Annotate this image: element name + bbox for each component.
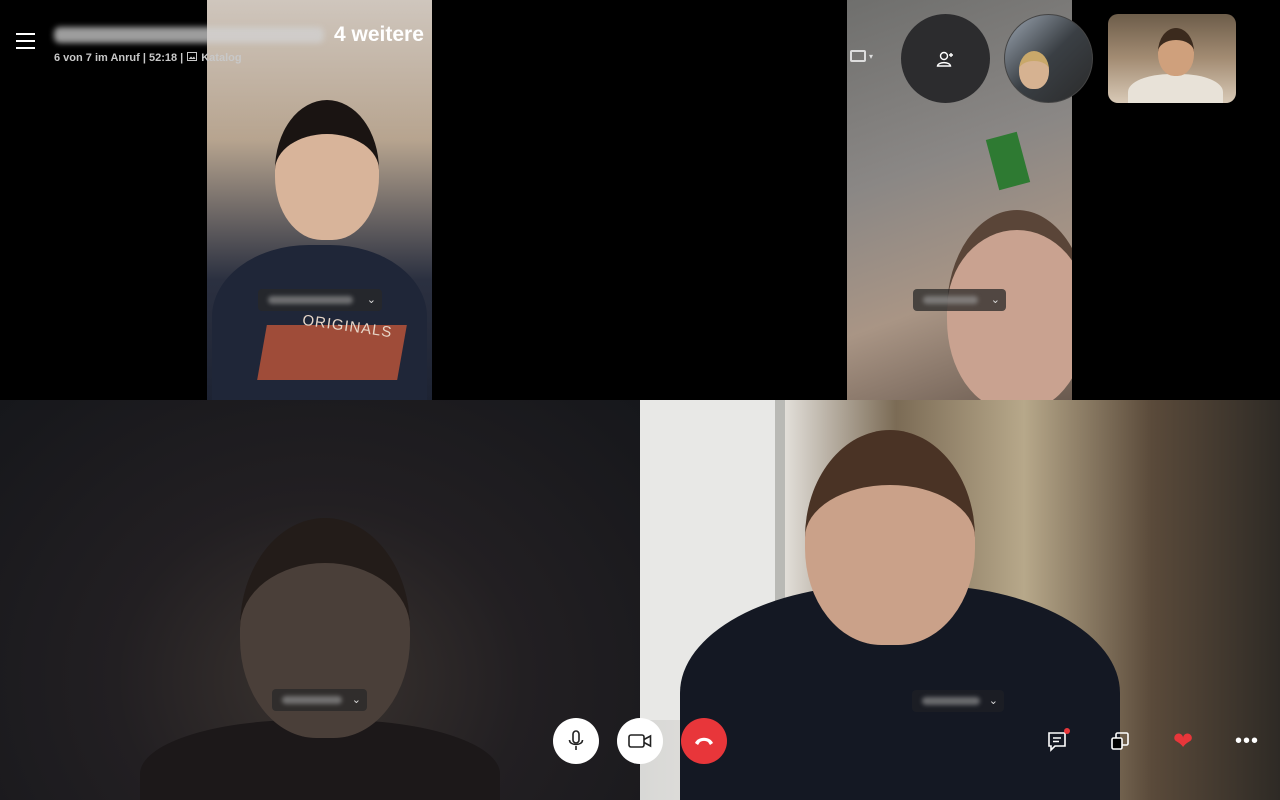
participant-name-pill[interactable]: ⌄ <box>912 690 1004 712</box>
participant-avatar[interactable] <box>1004 14 1093 103</box>
participant-name-pill[interactable]: ⌄ <box>258 289 382 311</box>
switch-view-button[interactable] <box>1107 728 1133 754</box>
hamburger-menu-icon[interactable] <box>16 33 35 49</box>
microphone-button[interactable] <box>553 718 599 764</box>
blurred-name <box>282 696 342 704</box>
add-participant-button[interactable] <box>901 14 990 103</box>
more-icon[interactable]: ••• <box>1234 728 1260 754</box>
participant-head <box>1019 51 1049 89</box>
video-call-stage: ORIGINALS ⌄ ⌄ ⌄ ⌄ 4 weitere 6 von 7 im A… <box>0 0 1280 800</box>
participant-head <box>275 100 379 240</box>
chevron-down-icon: ⌄ <box>351 693 361 706</box>
hang-up-icon <box>695 737 713 745</box>
hang-up-button[interactable] <box>681 718 727 764</box>
blurred-participant-names <box>54 27 324 43</box>
heart-icon[interactable]: ❤ <box>1170 728 1196 755</box>
call-title-suffix: 4 weitere <box>334 23 424 46</box>
microphone-icon <box>568 730 584 750</box>
participant-name-pill[interactable]: ⌄ <box>272 689 367 711</box>
chat-button[interactable] <box>1044 728 1070 754</box>
self-view-video[interactable] <box>1108 14 1236 103</box>
background-object <box>985 131 1031 191</box>
call-title[interactable]: 4 weitere <box>54 23 424 47</box>
image-icon <box>187 52 198 64</box>
blurred-name <box>923 296 978 304</box>
video-camera-icon <box>628 734 652 748</box>
video-tile-bottom-left[interactable] <box>0 400 640 800</box>
participant-name-pill[interactable]: ⌄ <box>913 289 1006 311</box>
blurred-name <box>268 296 353 304</box>
switch-view-icon <box>1111 732 1129 750</box>
call-status-text: 6 von 7 im Anruf | 52:18 | <box>54 52 184 64</box>
participant-body <box>1128 74 1223 103</box>
crop-frame-icon <box>850 50 866 62</box>
chevron-down-icon: ⌄ <box>990 293 1000 306</box>
participant-head <box>805 430 975 645</box>
chevron-down-icon: ▾ <box>869 51 874 61</box>
crop-frame-button[interactable]: ▾ <box>850 50 873 62</box>
call-status: 6 von 7 im Anruf | 52:18 | Katalog <box>54 52 424 64</box>
notification-dot <box>1064 728 1070 734</box>
video-camera-button[interactable] <box>617 718 663 764</box>
participant-head <box>1158 28 1194 76</box>
chevron-down-icon: ⌄ <box>366 293 376 306</box>
add-person-icon <box>936 51 953 67</box>
katalog-link[interactable]: Katalog <box>201 52 241 64</box>
chevron-down-icon: ⌄ <box>988 694 998 707</box>
call-header: 4 weitere 6 von 7 im Anruf | 52:18 | Kat… <box>54 23 424 64</box>
blurred-name <box>922 697 980 705</box>
